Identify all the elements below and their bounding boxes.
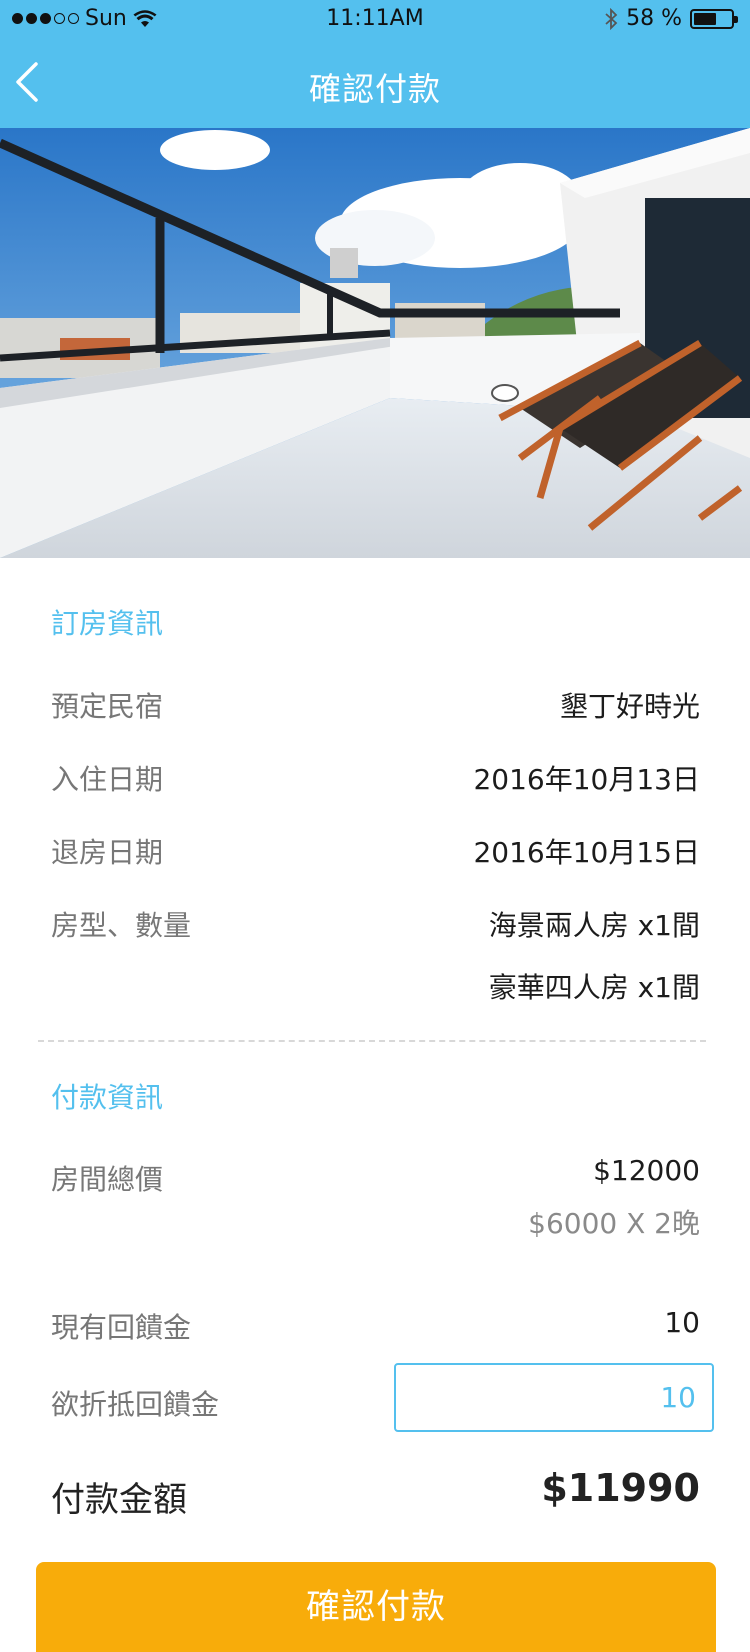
rebate-label: 現有回饋金 <box>51 1311 192 1344</box>
booking-info-title: 訂房資訊 <box>51 607 164 640</box>
confirm-payment-button[interactable]: 確認付款 <box>36 1562 716 1652</box>
checkin-date-value: 2016年10月13日 <box>473 763 700 796</box>
header: Sun 11:11AM 58 % 確認付款 <box>0 0 750 128</box>
page-title: 確認付款 <box>308 70 441 108</box>
room-total-value: $12000 <box>593 1154 700 1187</box>
payment-amount-value: $11990 <box>541 1466 700 1510</box>
payment-info-title: 付款資訊 <box>51 1081 164 1114</box>
room-type-label: 房型、數量 <box>51 909 192 942</box>
checkout-date-value: 2016年10月15日 <box>473 836 700 869</box>
rebate-value: 10 <box>664 1306 700 1339</box>
deduct-rebate-label: 欲折抵回饋金 <box>51 1388 220 1421</box>
checkin-date-label: 入住日期 <box>51 763 164 796</box>
bluetooth-icon <box>605 7 618 30</box>
checkout-date-label: 退房日期 <box>51 836 164 869</box>
room-type-value-1: 海景兩人房 x1間 <box>488 909 700 942</box>
status-right: 58 % <box>604 6 738 31</box>
battery-icon <box>690 8 738 29</box>
battery-percent: 58 % <box>626 6 682 31</box>
homestay-label: 預定民宿 <box>51 690 164 723</box>
room-total-label: 房間總價 <box>51 1163 164 1196</box>
hero-image <box>0 128 750 558</box>
nav-bar: 確認付款 <box>0 40 750 128</box>
rooftop-terrace-photo <box>0 128 750 558</box>
status-bar: Sun 11:11AM 58 % <box>0 0 750 40</box>
room-total-detail: $6000 X 2晚 <box>528 1207 700 1240</box>
section-divider <box>38 1040 706 1042</box>
payment-amount-label: 付款金額 <box>51 1480 187 1520</box>
homestay-value: 墾丁好時光 <box>559 690 700 723</box>
deduct-rebate-input[interactable] <box>394 1363 714 1432</box>
room-type-value-2: 豪華四人房 x1間 <box>488 971 700 1004</box>
